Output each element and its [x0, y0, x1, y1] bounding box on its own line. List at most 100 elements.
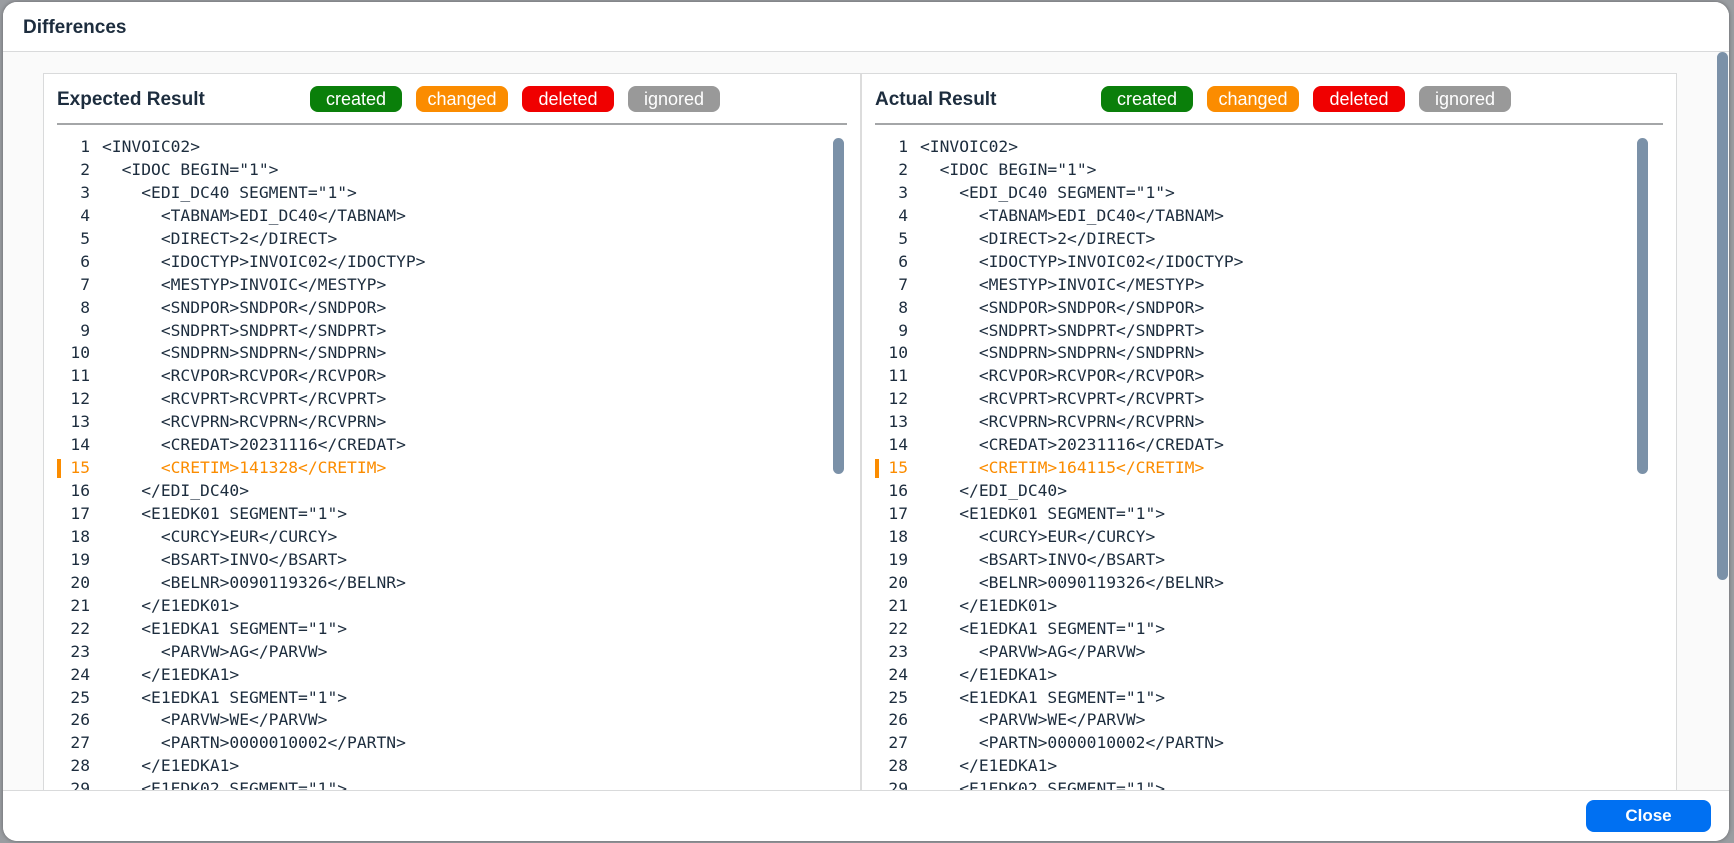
- code-line: 14 <CREDAT>20231116</CREDAT>: [44, 434, 860, 457]
- actual-panel-header: Actual Result created changed deleted ig…: [875, 74, 1663, 125]
- code-line: 13 <RCVPRN>RCVPRN</RCVPRN>: [862, 411, 1676, 434]
- line-text: <E1EDKA1 SEGMENT="1">: [102, 687, 348, 707]
- expected-scrollbar[interactable]: [833, 138, 844, 474]
- line-text: <E1EDKA1 SEGMENT="1">: [102, 618, 348, 638]
- line-number: 2: [80, 159, 90, 179]
- line-text: <EDI_DC40 SEGMENT="1">: [920, 182, 1175, 202]
- code-line: 24 </E1EDKA1>: [862, 664, 1676, 687]
- line-text: <SNDPOR>SNDPOR</SNDPOR>: [102, 297, 387, 317]
- line-number: 8: [898, 297, 908, 317]
- line-number: 1: [898, 137, 908, 156]
- line-number: 19: [888, 549, 908, 569]
- code-line: 6 <IDOCTYP>INVOIC02</IDOCTYP>: [862, 251, 1676, 274]
- line-number: 26: [888, 710, 908, 730]
- code-line: 16 </EDI_DC40>: [862, 480, 1676, 503]
- code-line: 9 <SNDPRT>SNDPRT</SNDPRT>: [44, 320, 860, 343]
- line-text: <RCVPRN>RCVPRN</RCVPRN>: [920, 412, 1205, 432]
- line-number: 17: [70, 504, 90, 523]
- code-line: 7 <MESTYP>INVOIC</MESTYP>: [862, 274, 1676, 297]
- legend-ignored-badge: ignored: [628, 86, 720, 112]
- line-number: 25: [70, 687, 90, 707]
- legend-ignored-badge: ignored: [1419, 86, 1511, 112]
- line-text: <E1EDKA1 SEGMENT="1">: [920, 687, 1166, 707]
- line-text: </EDI_DC40>: [920, 481, 1068, 501]
- line-number: 2: [898, 159, 908, 179]
- line-number: 17: [888, 504, 908, 523]
- code-line: 13 <RCVPRN>RCVPRN</RCVPRN>: [44, 411, 860, 434]
- line-number: 1: [80, 137, 90, 156]
- code-line: 5 <DIRECT>2</DIRECT>: [44, 228, 860, 251]
- line-number: 12: [888, 389, 908, 409]
- code-line: 10 <SNDPRN>SNDPRN</SNDPRN>: [44, 342, 860, 365]
- code-line: 26 <PARVW>WE</PARVW>: [44, 709, 860, 732]
- line-text: <BELNR>0090119326</BELNR>: [920, 572, 1224, 592]
- actual-scrollbar[interactable]: [1637, 138, 1648, 474]
- line-text: <RCVPRN>RCVPRN</RCVPRN>: [102, 412, 387, 432]
- code-line: 17 <E1EDK01 SEGMENT="1">: [862, 503, 1676, 526]
- line-text: <CREDAT>20231116</CREDAT>: [102, 435, 406, 455]
- expected-panel-title: Expected Result: [57, 89, 205, 110]
- line-text: <CRETIM>164115</CRETIM>: [920, 458, 1205, 478]
- line-number: 24: [888, 664, 908, 684]
- code-line: 16 </EDI_DC40>: [44, 480, 860, 503]
- line-number: 4: [80, 205, 90, 225]
- line-number: 21: [888, 595, 908, 615]
- line-number: 27: [888, 733, 908, 753]
- line-text: <CURCY>EUR</CURCY>: [920, 526, 1156, 546]
- code-line: 25 <E1EDKA1 SEGMENT="1">: [44, 687, 860, 710]
- code-line: 25 <E1EDKA1 SEGMENT="1">: [862, 687, 1676, 710]
- line-text: <IDOC BEGIN="1">: [102, 159, 279, 179]
- actual-panel-title: Actual Result: [875, 89, 997, 110]
- line-text: <PARVW>AG</PARVW>: [920, 641, 1146, 661]
- line-number: 8: [80, 297, 90, 317]
- code-line: 22 <E1EDKA1 SEGMENT="1">: [44, 618, 860, 641]
- code-line: 21 </E1EDK01>: [862, 595, 1676, 618]
- line-number: 20: [888, 572, 908, 592]
- code-line: 19 <BSART>INVO</BSART>: [862, 549, 1676, 572]
- code-line: 3 <EDI_DC40 SEGMENT="1">: [44, 182, 860, 205]
- code-line: 8 <SNDPOR>SNDPOR</SNDPOR>: [862, 297, 1676, 320]
- line-number: 24: [70, 664, 90, 684]
- code-line: 1 <INVOIC02>: [44, 136, 860, 159]
- line-text: </E1EDK01>: [102, 595, 240, 615]
- line-text: <SNDPRT>SNDPRT</SNDPRT>: [102, 320, 387, 340]
- code-line: 14 <CREDAT>20231116</CREDAT>: [862, 434, 1676, 457]
- code-line: 27 <PARTN>0000010002</PARTN>: [44, 732, 860, 755]
- diff-panels: Expected Result created changed deleted …: [43, 73, 1677, 791]
- line-text: <BELNR>0090119326</BELNR>: [102, 572, 406, 592]
- line-number: 28: [888, 756, 908, 776]
- line-text: <TABNAM>EDI_DC40</TABNAM>: [102, 205, 406, 225]
- line-text: <PARVW>WE</PARVW>: [102, 710, 328, 730]
- actual-code-view: 1 <INVOIC02> 2 <IDOC BEGIN="1"> 3 <EDI_DC40…: [862, 136, 1676, 791]
- code-line: 3 <EDI_DC40 SEGMENT="1">: [862, 182, 1676, 205]
- close-button[interactable]: Close: [1586, 800, 1711, 832]
- line-text: <PARTN>0000010002</PARTN>: [102, 733, 406, 753]
- line-number: 9: [80, 320, 90, 340]
- line-number: 13: [70, 412, 90, 432]
- line-text: </E1EDKA1>: [102, 664, 240, 684]
- code-line: 8 <SNDPOR>SNDPOR</SNDPOR>: [44, 297, 860, 320]
- legend: created changed deleted ignored: [1101, 86, 1511, 112]
- line-number: 6: [898, 251, 908, 271]
- code-line: 9 <SNDPRT>SNDPRT</SNDPRT>: [862, 320, 1676, 343]
- code-line: 2 <IDOC BEGIN="1">: [44, 159, 860, 182]
- line-text: </E1EDK01>: [920, 595, 1058, 615]
- code-line: 18 <CURCY>EUR</CURCY>: [862, 526, 1676, 549]
- line-number: 15: [70, 458, 90, 478]
- code-line: 4 <TABNAM>EDI_DC40</TABNAM>: [862, 205, 1676, 228]
- legend-deleted-badge: deleted: [1313, 86, 1405, 112]
- dialog-scrollbar[interactable]: [1717, 52, 1728, 580]
- line-number: 6: [80, 251, 90, 271]
- line-number: 7: [898, 274, 908, 294]
- code-line: 17 <E1EDK01 SEGMENT="1">: [44, 503, 860, 526]
- line-number: 22: [70, 618, 90, 638]
- legend: created changed deleted ignored: [310, 86, 720, 112]
- line-number: 10: [888, 343, 908, 363]
- line-text: <SNDPRT>SNDPRT</SNDPRT>: [920, 320, 1205, 340]
- code-line: 19 <BSART>INVO</BSART>: [44, 549, 860, 572]
- line-text: <RCVPRT>RCVPRT</RCVPRT>: [920, 389, 1205, 409]
- line-text: <E1EDK01 SEGMENT="1">: [920, 504, 1166, 523]
- line-number: 26: [70, 710, 90, 730]
- line-number: 18: [888, 526, 908, 546]
- code-line: 23 <PARVW>AG</PARVW>: [44, 641, 860, 664]
